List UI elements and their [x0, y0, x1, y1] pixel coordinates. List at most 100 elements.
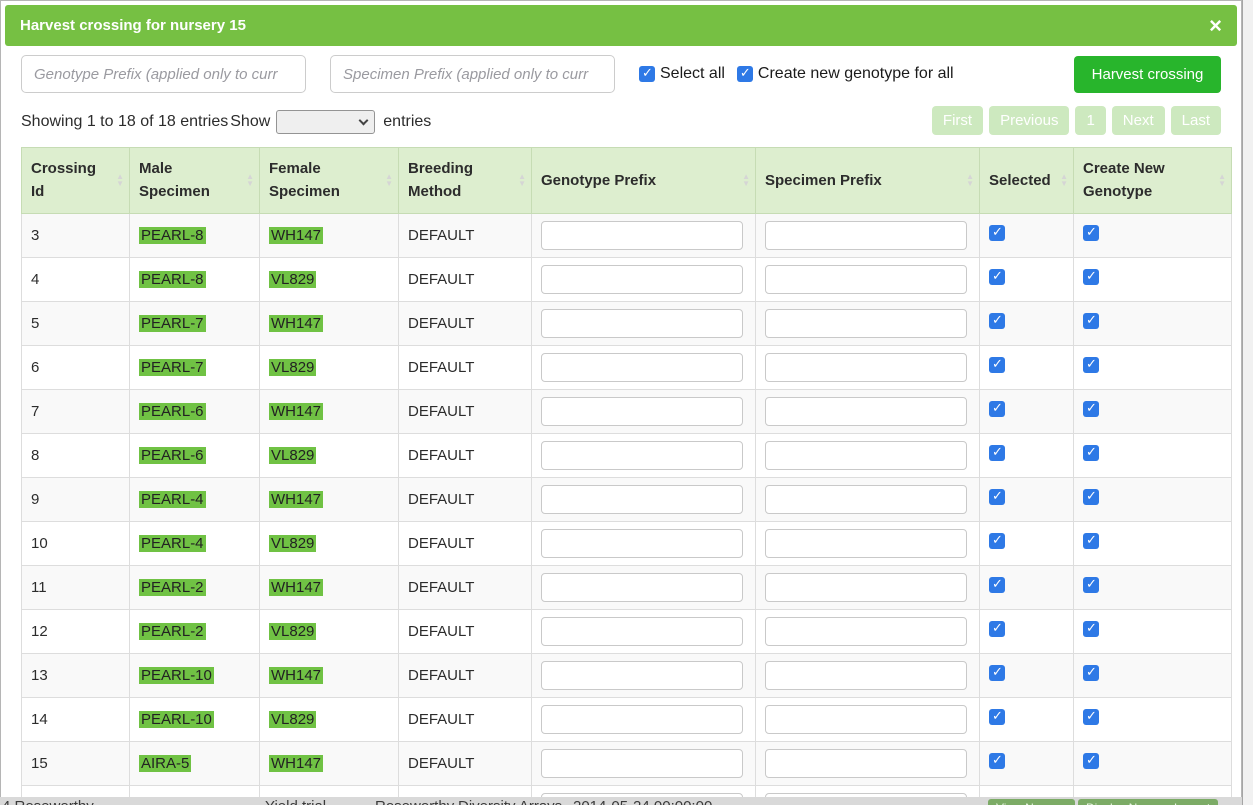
genotype-prefix-input[interactable] [541, 793, 743, 798]
selected-checkbox[interactable] [989, 621, 1005, 637]
genotype-prefix-input[interactable] [541, 661, 743, 690]
genotype-prefix-input[interactable] [541, 617, 743, 646]
page-button-1[interactable]: 1 [1075, 106, 1105, 135]
genotype-prefix-input[interactable] [541, 705, 743, 734]
page-button-first[interactable]: First [932, 106, 983, 135]
show-label: Show [230, 113, 270, 131]
genotype-prefix-input[interactable] [541, 397, 743, 426]
header-breeding-method[interactable]: Breeding Method▲▼ [399, 148, 532, 214]
modal-title: Harvest crossing for nursery 15 [20, 17, 246, 34]
create-new-genotype-checkbox[interactable] [1083, 225, 1099, 241]
sort-icon: ▲▼ [966, 173, 974, 187]
male-specimen-label: PEARL-8 [139, 271, 206, 288]
genotype-prefix-input[interactable] [541, 573, 743, 602]
page-length-select[interactable] [276, 110, 375, 134]
header-crossing-id[interactable]: Crossing Id▲▼ [22, 148, 130, 214]
select-all-group: Select all [639, 65, 725, 83]
specimen-prefix-input[interactable] [765, 221, 967, 250]
header-selected[interactable]: Selected▲▼ [980, 148, 1074, 214]
selected-checkbox[interactable] [989, 313, 1005, 329]
breeding-method-cell: DEFAULT [399, 521, 532, 565]
genotype-prefix-input[interactable] [541, 485, 743, 514]
create-new-genotype-checkbox[interactable] [1083, 357, 1099, 373]
create-new-genotype-checkbox[interactable] [1083, 313, 1099, 329]
page-scrollbar[interactable] [1242, 0, 1253, 805]
genotype-prefix-input[interactable] [541, 309, 743, 338]
background-cell: Yield trial [265, 798, 326, 805]
selected-checkbox[interactable] [989, 401, 1005, 417]
selected-checkbox[interactable] [989, 489, 1005, 505]
specimen-prefix-input[interactable] [765, 749, 967, 778]
create-new-genotype-checkbox[interactable] [1083, 665, 1099, 681]
female-specimen-label: WH147 [269, 579, 323, 596]
specimen-prefix-input[interactable] [765, 441, 967, 470]
page-button-previous[interactable]: Previous [989, 106, 1069, 135]
header-female-specimen[interactable]: Female Specimen▲▼ [260, 148, 399, 214]
specimen-prefix-input[interactable] [765, 705, 967, 734]
genotype-prefix-input[interactable] [541, 749, 743, 778]
display-nursery-layout-button[interactable]: Display Nursery Layout [1078, 799, 1218, 805]
crossing-table-head: Crossing Id▲▼ Male Specimen▲▼ Female Spe… [22, 148, 1232, 214]
close-icon[interactable]: × [1209, 15, 1222, 37]
crossing-table: Crossing Id▲▼ Male Specimen▲▼ Female Spe… [21, 147, 1232, 797]
breeding-method-cell: DEFAULT [399, 389, 532, 433]
specimen-prefix-input[interactable] [765, 485, 967, 514]
genotype-prefix-filter-input[interactable] [21, 55, 306, 93]
table-row: 4 PEARL-8 VL829 DEFAULT [22, 257, 1232, 301]
specimen-prefix-input[interactable] [765, 617, 967, 646]
header-specimen-prefix[interactable]: Specimen Prefix▲▼ [756, 148, 980, 214]
header-genotype-prefix[interactable]: Genotype Prefix▲▼ [532, 148, 756, 214]
crossing-id-cell: 10 [22, 521, 130, 565]
create-new-genotype-checkbox[interactable] [1083, 621, 1099, 637]
create-new-genotype-checkbox[interactable] [1083, 753, 1099, 769]
specimen-prefix-input[interactable] [765, 573, 967, 602]
selected-checkbox[interactable] [989, 753, 1005, 769]
genotype-prefix-input[interactable] [541, 529, 743, 558]
table-row: 10 PEARL-4 VL829 DEFAULT [22, 521, 1232, 565]
specimen-prefix-input[interactable] [765, 793, 967, 798]
crossing-id-cell: 12 [22, 609, 130, 653]
selected-checkbox[interactable] [989, 533, 1005, 549]
specimen-prefix-input[interactable] [765, 661, 967, 690]
crossing-id-cell: 4 [22, 257, 130, 301]
genotype-prefix-input[interactable] [541, 221, 743, 250]
view-nursery-button[interactable]: View Nursery [988, 799, 1075, 805]
page-button-last[interactable]: Last [1171, 106, 1221, 135]
selected-checkbox[interactable] [989, 225, 1005, 241]
genotype-prefix-input[interactable] [541, 353, 743, 382]
selected-checkbox[interactable] [989, 665, 1005, 681]
sort-icon: ▲▼ [246, 173, 254, 187]
specimen-prefix-input[interactable] [765, 353, 967, 382]
header-male-specimen[interactable]: Male Specimen▲▼ [130, 148, 260, 214]
create-new-genotype-all-checkbox[interactable] [737, 66, 753, 82]
entries-label: entries [383, 113, 431, 131]
background-cell: Diversity Arrays [458, 798, 562, 805]
selected-checkbox[interactable] [989, 445, 1005, 461]
selected-checkbox[interactable] [989, 709, 1005, 725]
selected-checkbox[interactable] [989, 357, 1005, 373]
selected-checkbox[interactable] [989, 577, 1005, 593]
create-new-genotype-checkbox[interactable] [1083, 489, 1099, 505]
genotype-prefix-input[interactable] [541, 265, 743, 294]
create-new-genotype-checkbox[interactable] [1083, 445, 1099, 461]
genotype-prefix-input[interactable] [541, 441, 743, 470]
specimen-prefix-input[interactable] [765, 397, 967, 426]
specimen-prefix-input[interactable] [765, 529, 967, 558]
header-create-new-genotype[interactable]: Create New Genotype▲▼ [1074, 148, 1232, 214]
page-button-next[interactable]: Next [1112, 106, 1165, 135]
specimen-prefix-input[interactable] [765, 309, 967, 338]
create-new-genotype-checkbox[interactable] [1083, 269, 1099, 285]
harvest-crossing-button[interactable]: Harvest crossing [1074, 56, 1221, 93]
create-new-genotype-checkbox[interactable] [1083, 577, 1099, 593]
specimen-prefix-input[interactable] [765, 265, 967, 294]
select-all-checkbox[interactable] [639, 66, 655, 82]
create-new-genotype-checkbox[interactable] [1083, 533, 1099, 549]
selected-checkbox[interactable] [989, 269, 1005, 285]
specimen-prefix-filter-input[interactable] [330, 55, 615, 93]
crossing-id-cell: 5 [22, 301, 130, 345]
female-specimen-label: WH147 [269, 491, 323, 508]
filter-bar: Select all Create new genotype for all H… [21, 55, 1221, 93]
female-specimen-label: VL829 [269, 623, 316, 640]
create-new-genotype-checkbox[interactable] [1083, 401, 1099, 417]
create-new-genotype-checkbox[interactable] [1083, 709, 1099, 725]
